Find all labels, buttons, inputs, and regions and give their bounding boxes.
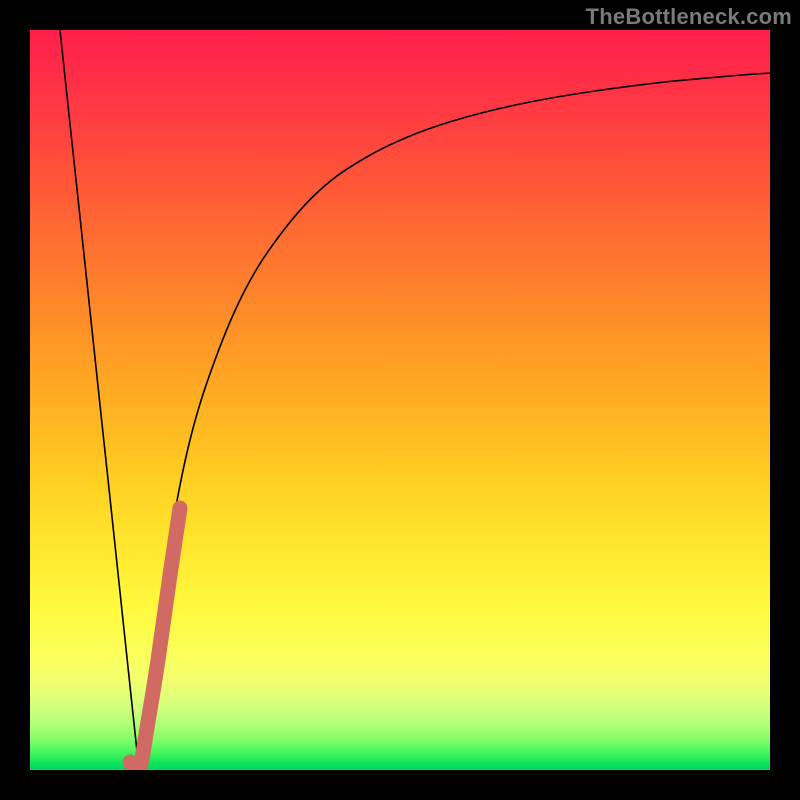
curves-layer [30, 30, 770, 770]
watermark-text: TheBottleneck.com [586, 4, 792, 30]
highlight-hook [130, 508, 180, 770]
ascending-asymptote [139, 73, 770, 770]
descending-left-arm [60, 30, 139, 770]
plot-area [30, 30, 770, 770]
chart-stage: TheBottleneck.com [0, 0, 800, 800]
